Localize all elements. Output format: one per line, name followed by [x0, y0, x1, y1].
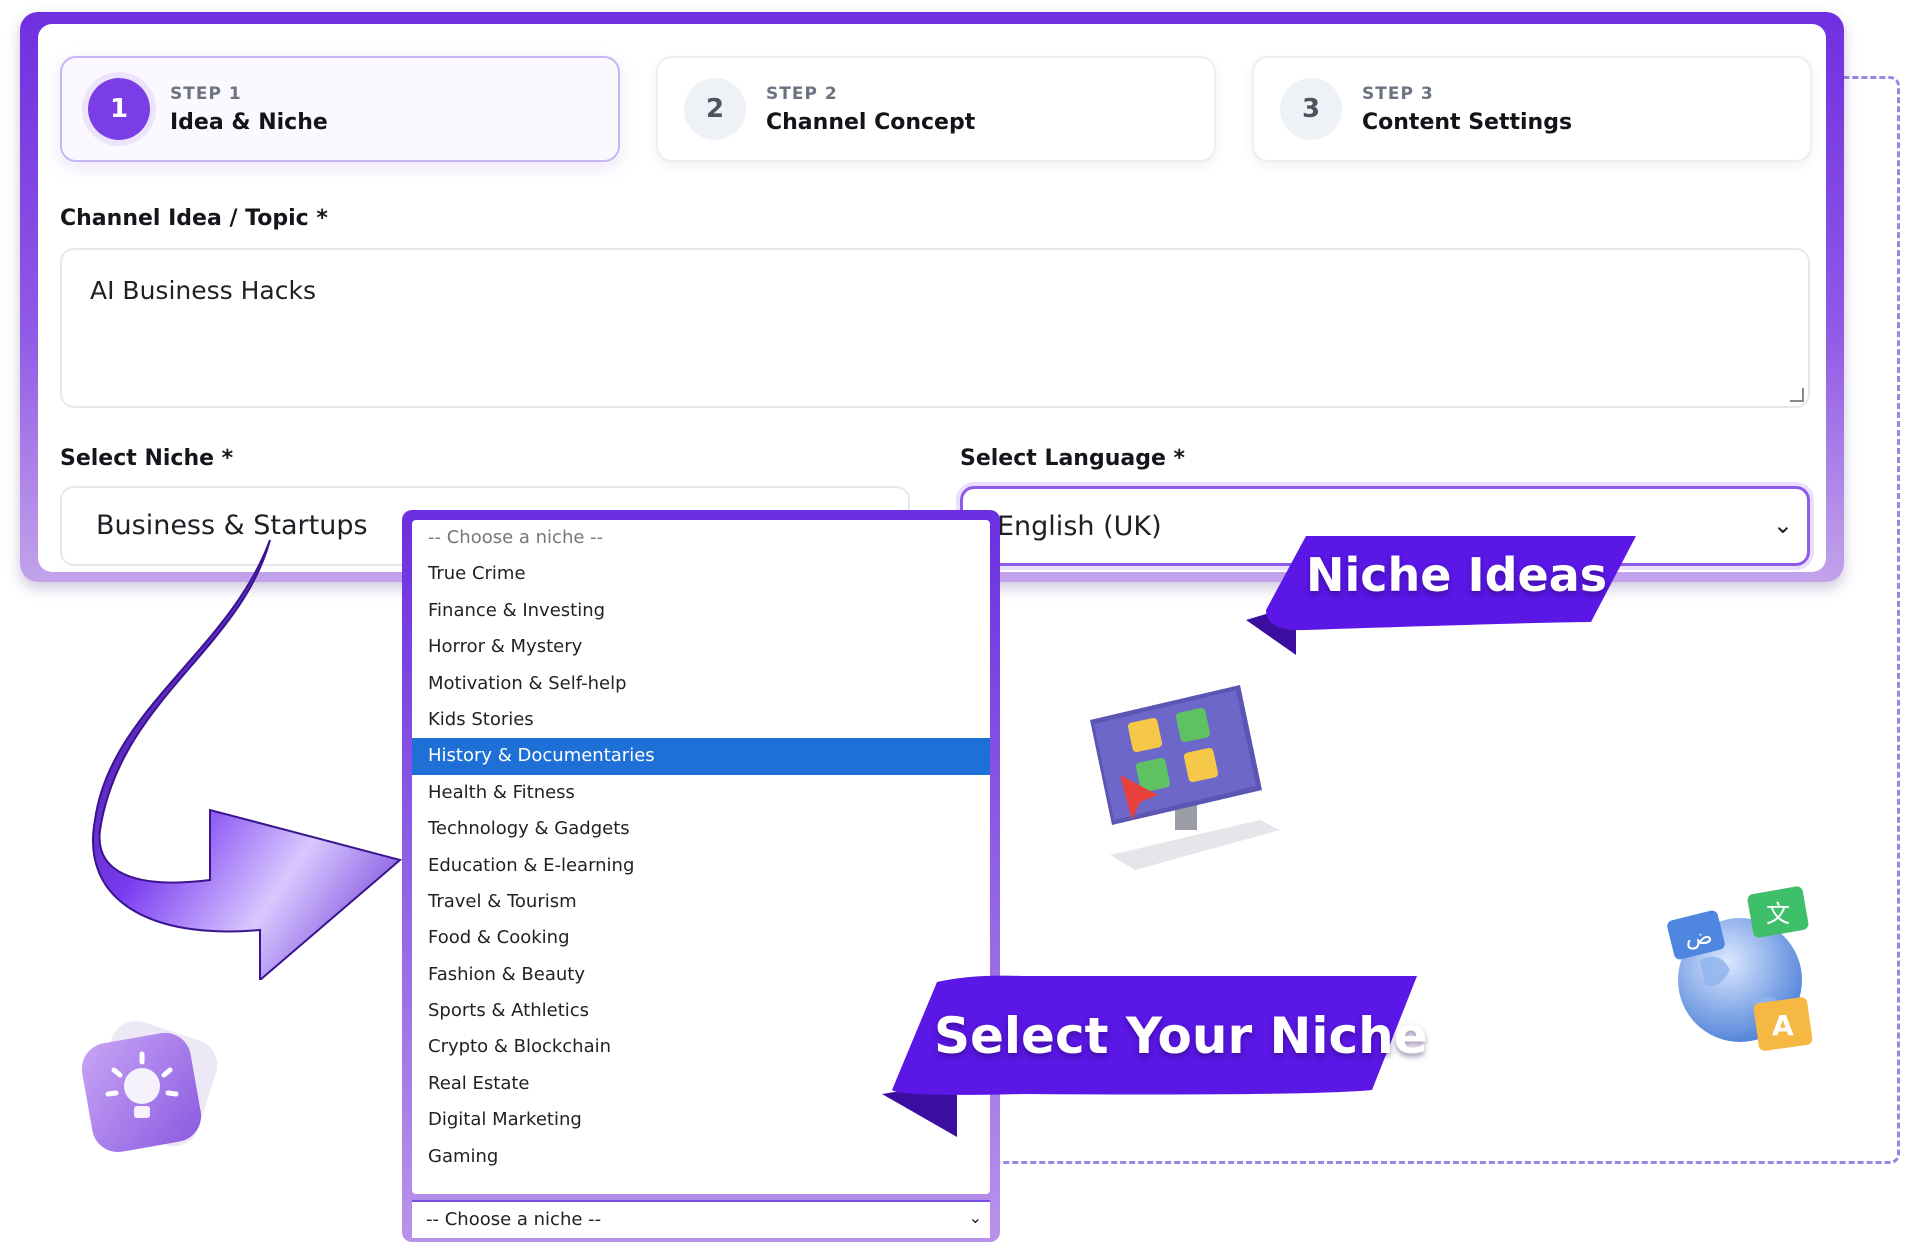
lightbulb-icon [81, 1021, 218, 1153]
niche-option[interactable]: Travel & Tourism [412, 884, 990, 920]
globe-translate-icon: ض 文 A [1667, 886, 1813, 1051]
step-tab-2[interactable]: 2 STEP 2 Channel Concept [656, 56, 1216, 162]
niche-option[interactable]: Horror & Mystery [412, 629, 990, 665]
chevron-down-icon: ⌄ [1772, 511, 1793, 539]
step-tab-3[interactable]: 3 STEP 3 Content Settings [1252, 56, 1812, 162]
step-tab-1[interactable]: 1 STEP 1 Idea & Niche [60, 56, 620, 162]
niche-option-placeholder[interactable]: -- Choose a niche -- [412, 520, 990, 556]
language-label: Select Language * [960, 446, 1186, 471]
language-value: English (UK) [997, 511, 1162, 542]
wizard-card: 1 STEP 1 Idea & Niche 2 STEP 2 Channel C… [38, 24, 1826, 572]
niche-option[interactable]: Education & E-learning [412, 848, 990, 884]
niche-option[interactable]: Kids Stories [412, 702, 990, 738]
niche-option[interactable]: Food & Cooking [412, 920, 990, 956]
step-title-2: Channel Concept [766, 110, 976, 135]
chevron-down-icon: ⌄ [968, 1208, 982, 1227]
step-title-1: Idea & Niche [170, 110, 328, 135]
step-kicker-2: STEP 2 [766, 84, 838, 104]
step-kicker-1: STEP 1 [170, 84, 242, 104]
svg-text:文: 文 [1766, 900, 1790, 928]
topic-value: AI Business Hacks [90, 276, 316, 305]
niche-ideas-label: Niche Ideas [1306, 548, 1608, 602]
niche-option[interactable]: Motivation & Self-help [412, 666, 990, 702]
niche-option[interactable]: Technology & Gadgets [412, 811, 990, 847]
niche-option[interactable]: Finance & Investing [412, 593, 990, 629]
niche-option[interactable]: True Crime [412, 556, 990, 592]
step-number-3: 3 [1280, 78, 1342, 140]
niche-select-collapsed[interactable]: -- Choose a niche -- ⌄ [412, 1200, 990, 1238]
topic-textarea[interactable]: AI Business Hacks [60, 248, 1810, 408]
niche-label: Select Niche * [60, 446, 234, 471]
topic-label: Channel Idea / Topic * [60, 206, 328, 231]
monitor-apps-icon [1090, 685, 1280, 870]
niche-option[interactable]: Health & Fitness [412, 775, 990, 811]
curved-arrow-icon [92, 539, 403, 980]
select-niche-label: Select Your Niche [934, 1007, 1428, 1065]
step-title-3: Content Settings [1362, 110, 1573, 135]
step-number-2: 2 [684, 78, 746, 140]
niche-select-value: -- Choose a niche -- [426, 1209, 602, 1230]
niche-option-highlighted[interactable]: History & Documentaries [412, 738, 990, 775]
step-kicker-3: STEP 3 [1362, 84, 1434, 104]
step-number-1: 1 [88, 78, 150, 140]
svg-text:ض: ض [1686, 925, 1713, 950]
svg-text:A: A [1772, 1009, 1794, 1042]
resize-grip-icon[interactable] [1790, 388, 1804, 402]
